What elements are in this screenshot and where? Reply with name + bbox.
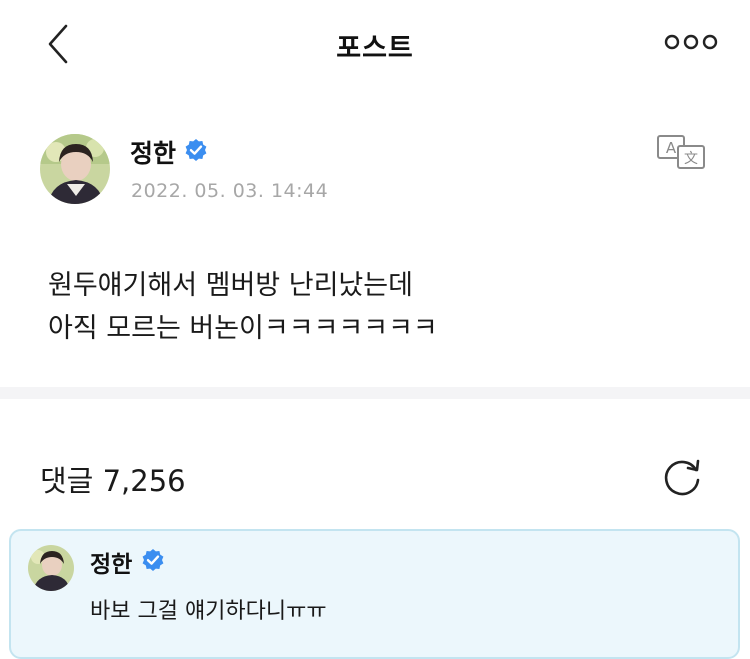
comment-text: 바보 그걸 얘기하다니ㅠㅠ bbox=[90, 599, 327, 624]
svg-text:文: 文 bbox=[684, 151, 698, 167]
post-line: 원두얘기해서 멤버방 난리났는데 bbox=[48, 270, 413, 301]
verified-badge-icon bbox=[185, 139, 207, 161]
comment-author-avatar[interactable] bbox=[28, 545, 74, 591]
translate-icon: A 文 bbox=[657, 135, 705, 169]
post-timestamp: 2022. 05. 03. 14:44 bbox=[131, 180, 329, 202]
comment-item[interactable]: 정한 바보 그걸 얘기하다니ㅠㅠ bbox=[9, 529, 740, 659]
more-horizontal-icon bbox=[664, 34, 718, 50]
translate-button[interactable]: A 文 bbox=[656, 134, 708, 170]
page-title: 포스트 bbox=[336, 33, 414, 64]
svg-text:A: A bbox=[666, 139, 677, 157]
post-content: 원두얘기해서 멤버방 난리났는데 아직 모르는 버논이ㅋㅋㅋㅋㅋㅋㅋ bbox=[48, 264, 708, 350]
author-avatar[interactable] bbox=[40, 134, 110, 204]
post-header: 정한 2022. 05. 03. 14:44 A 文 bbox=[0, 120, 750, 220]
comments-header: 댓글 7,256 bbox=[0, 440, 750, 510]
comments-count: 댓글 7,256 bbox=[40, 464, 186, 498]
comment-author-name[interactable]: 정한 bbox=[90, 545, 132, 579]
verified-badge-icon bbox=[142, 549, 164, 571]
top-bar: 포스트 bbox=[0, 0, 750, 86]
refresh-button[interactable] bbox=[660, 456, 704, 500]
post-line: 아직 모르는 버논이ㅋㅋㅋㅋㅋㅋㅋ bbox=[48, 313, 438, 344]
more-options-button[interactable] bbox=[664, 30, 718, 54]
section-divider bbox=[0, 387, 750, 399]
refresh-icon bbox=[664, 459, 700, 496]
author-name[interactable]: 정한 bbox=[130, 134, 176, 170]
